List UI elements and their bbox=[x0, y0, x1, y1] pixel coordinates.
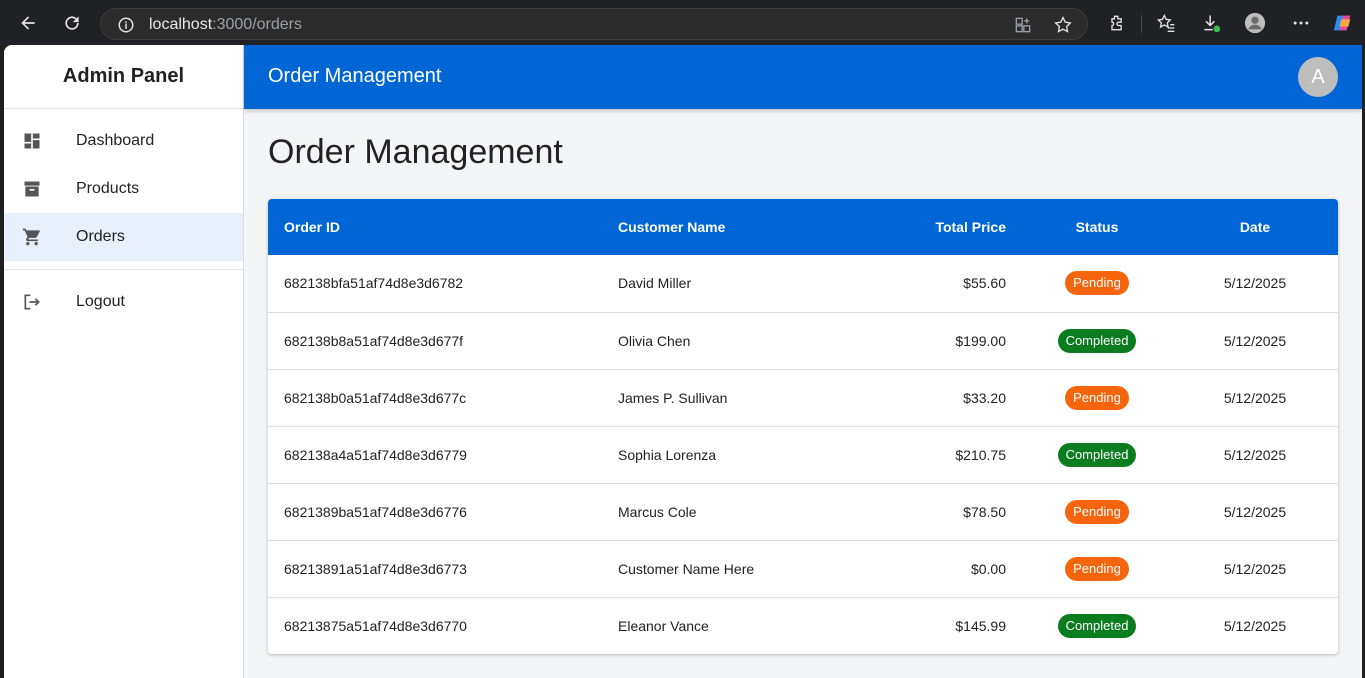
sidebar-item-orders[interactable]: Orders bbox=[4, 213, 243, 261]
status-badge: Completed bbox=[1057, 328, 1137, 353]
status-cell: Pending bbox=[1022, 540, 1172, 598]
browser-toolbar: localhost:3000/orders bbox=[0, 0, 1365, 45]
orders-table: Order ID Customer Name Total Price Statu… bbox=[268, 199, 1338, 654]
customer-name-cell: David Miller bbox=[602, 255, 822, 313]
date-cell: 5/12/2025 bbox=[1223, 617, 1287, 634]
table-row[interactable]: 682138a4a51af74d8e3d6779 Sophia Lorenza $2… bbox=[268, 426, 1338, 484]
date-cell: 5/12/2025 bbox=[1172, 426, 1338, 484]
more-menu-icon[interactable] bbox=[1290, 12, 1312, 34]
sidebar-item-label: Products bbox=[76, 180, 140, 197]
order-id-cell: 68213891a51af74d8e3d6773 bbox=[268, 540, 602, 598]
address-bar[interactable]: localhost:3000/orders bbox=[100, 8, 1088, 40]
url-text[interactable]: localhost:3000/orders bbox=[149, 16, 302, 34]
table-row[interactable]: 6821389ba51af74d8e3d6776 Marcus Cole $78.5… bbox=[268, 483, 1338, 541]
logout-icon bbox=[24, 294, 40, 310]
header-date: Date bbox=[1239, 219, 1271, 235]
date-cell: 5/12/2025 bbox=[1172, 540, 1338, 598]
status-badge: Pending bbox=[1065, 271, 1129, 296]
dashboard-icon bbox=[24, 133, 40, 149]
sidebar-item-label: Logout bbox=[76, 293, 125, 310]
total-price-cell: $55.60 bbox=[822, 255, 1022, 313]
toolbar-divider bbox=[1141, 15, 1142, 33]
sidebar-nav: Dashboard Products Orders Logout bbox=[4, 109, 243, 326]
apps-icon[interactable] bbox=[1013, 15, 1033, 35]
app-bar: Order Management A bbox=[244, 45, 1362, 109]
extensions-icon[interactable] bbox=[1106, 12, 1128, 34]
status-cell: Completed bbox=[1022, 426, 1172, 484]
status-badge: Pending bbox=[1065, 499, 1129, 524]
date-cell: 5/12/2025 bbox=[1172, 255, 1338, 313]
order-id-cell: 68213875a51af74d8e3d6770 bbox=[284, 617, 467, 634]
archive-icon bbox=[24, 181, 40, 197]
header-total-price: Total Price bbox=[935, 219, 1006, 235]
customer-name-cell: James P. Sullivan bbox=[602, 369, 822, 427]
orders-table-card: Order ID Customer Name Total Price Statu… bbox=[268, 199, 1338, 654]
total-price-cell: $0.00 bbox=[822, 540, 1022, 598]
status-badge: Pending bbox=[1065, 556, 1129, 581]
customer-name-cell: Olivia Chen bbox=[602, 312, 822, 370]
status-badge: Completed bbox=[1057, 613, 1137, 638]
order-id-cell: 682138b8a51af74d8e3d677f bbox=[268, 312, 602, 370]
sidebar-item-label: Dashboard bbox=[76, 132, 155, 149]
customer-name-cell: Eleanor Vance bbox=[618, 617, 709, 634]
order-id-cell: 682138b0a51af74d8e3d677c bbox=[268, 369, 602, 427]
status-badge: Completed bbox=[1057, 442, 1137, 467]
table-row[interactable]: 68213875a51af74d8e3d6770 Eleanor Vance $14… bbox=[268, 597, 1338, 654]
app-bar-title: Order Management bbox=[268, 65, 442, 87]
cart-icon bbox=[22, 228, 40, 246]
table-header-row: Order ID Customer Name Total Price Statu… bbox=[268, 199, 1338, 255]
sidebar: Admin Panel Dashboard Products Orders Lo… bbox=[4, 45, 244, 678]
status-cell: Pending bbox=[1022, 369, 1172, 427]
total-price-cell: $33.20 bbox=[822, 369, 1022, 427]
page-title: Order Management bbox=[268, 133, 563, 171]
copilot-icon[interactable] bbox=[1332, 12, 1354, 34]
status-cell: Completed bbox=[1022, 312, 1172, 370]
status-cell: Pending bbox=[1022, 255, 1172, 313]
status-badge: Pending bbox=[1065, 385, 1129, 410]
star-icon[interactable] bbox=[1053, 15, 1073, 35]
total-price-cell: $78.50 bbox=[822, 483, 1022, 541]
order-id-cell: 682138a4a51af74d8e3d6779 bbox=[268, 426, 602, 484]
header-order-id: Order ID bbox=[284, 219, 341, 235]
total-price-cell: $199.00 bbox=[822, 312, 1022, 370]
reload-icon[interactable] bbox=[60, 11, 84, 35]
date-cell: 5/12/2025 bbox=[1172, 369, 1338, 427]
avatar[interactable]: A bbox=[1298, 57, 1338, 97]
back-arrow-icon[interactable] bbox=[16, 11, 40, 35]
order-id-cell: 6821389ba51af74d8e3d6776 bbox=[268, 483, 602, 541]
sidebar-title: Admin Panel bbox=[4, 45, 243, 109]
table-row[interactable]: 682138bfa51af74d8e3d6782 David Miller $55.… bbox=[268, 255, 1338, 313]
customer-name-cell: Marcus Cole bbox=[602, 483, 822, 541]
customer-name-cell: Sophia Lorenza bbox=[602, 426, 822, 484]
table-row[interactable]: 682138b8a51af74d8e3d677f Olivia Chen $199.… bbox=[268, 312, 1338, 370]
table-body: 682138bfa51af74d8e3d6782 David Miller $55.… bbox=[268, 255, 1338, 654]
total-price-cell: $145.99 bbox=[955, 617, 1006, 634]
customer-name-cell: Customer Name Here bbox=[602, 540, 822, 598]
date-cell: 5/12/2025 bbox=[1172, 483, 1338, 541]
status-cell: Completed bbox=[1022, 597, 1172, 654]
header-status: Status bbox=[1075, 219, 1119, 235]
sidebar-item-products[interactable]: Products bbox=[4, 165, 243, 213]
status-cell: Pending bbox=[1022, 483, 1172, 541]
order-id-cell: 682138bfa51af74d8e3d6782 bbox=[268, 255, 602, 313]
app-viewport: Admin Panel Dashboard Products Orders Lo… bbox=[4, 45, 1362, 678]
sidebar-divider bbox=[4, 269, 243, 270]
date-cell: 5/12/2025 bbox=[1172, 312, 1338, 370]
favorites-icon[interactable] bbox=[1155, 12, 1177, 34]
profile-icon[interactable] bbox=[1244, 12, 1266, 34]
downloads-icon[interactable] bbox=[1200, 12, 1222, 34]
table-row[interactable]: 682138b0a51af74d8e3d677c James P. Sulliva… bbox=[268, 369, 1338, 427]
table-row[interactable]: 68213891a51af74d8e3d6773 Customer Name He… bbox=[268, 540, 1338, 598]
sidebar-item-dashboard[interactable]: Dashboard bbox=[4, 117, 243, 165]
total-price-cell: $210.75 bbox=[822, 426, 1022, 484]
sidebar-item-label: Orders bbox=[76, 228, 125, 245]
site-info-icon[interactable] bbox=[117, 16, 135, 34]
header-customer-name: Customer Name bbox=[618, 219, 726, 235]
sidebar-item-logout[interactable]: Logout bbox=[4, 278, 243, 326]
